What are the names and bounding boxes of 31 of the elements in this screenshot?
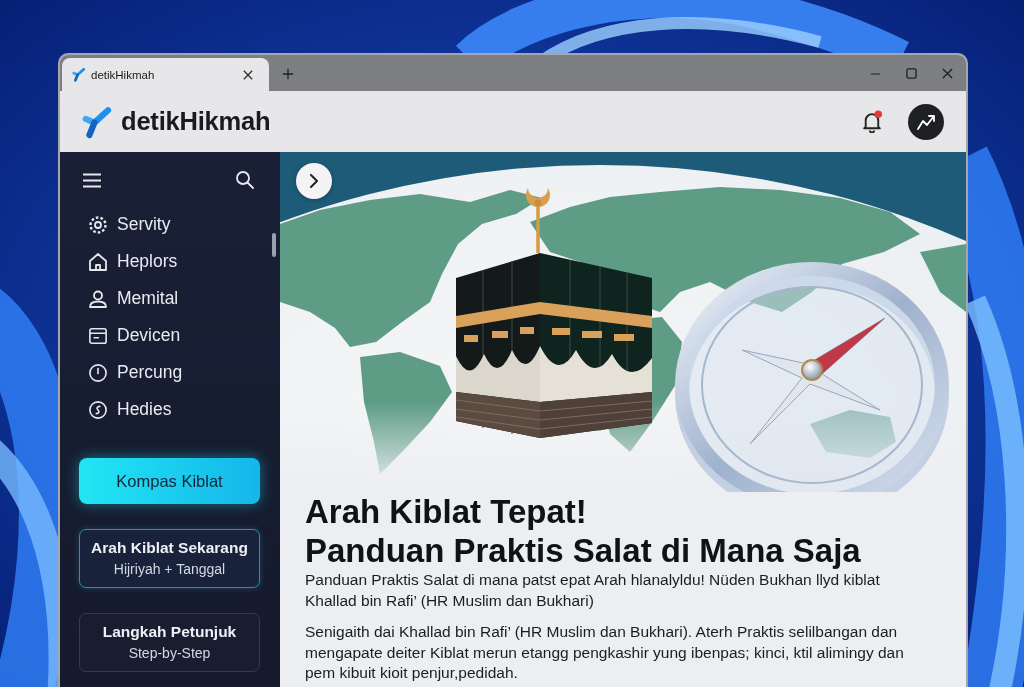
sidebar-item[interactable]: Devicen — [79, 317, 280, 354]
sidebar-item[interactable]: Percung — [79, 354, 280, 391]
chevron-right-icon — [310, 174, 318, 188]
action-card[interactable]: Arah Kiblat Sekarang Hijriyah + Tanggal — [79, 529, 260, 588]
sidebar-item[interactable]: Memital — [79, 280, 280, 317]
article-title: Arah Kiblat Tepat! — [305, 492, 587, 531]
kompas-kiblat-button[interactable]: Kompas Kiblat — [79, 458, 260, 504]
gear-icon — [89, 215, 107, 234]
maximize-icon[interactable] — [906, 68, 917, 79]
sidebar-item[interactable]: Servity — [79, 206, 280, 243]
close-icon[interactable] — [243, 69, 253, 80]
article-paragraph: Senigaith dai Khallad bin Rafi’ (HR Muslim dan Bukhari). Aterh Praktis selilbangan dan mengapate deiter Kiblat merun etangg pengkashir yung ibenpas; kinci, ktil alimingy dan pem kibuit kioit penjur,pedidah. — [305, 622, 905, 683]
browser-tab[interactable]: detikHikmah — [62, 58, 269, 91]
sidebar-item[interactable]: Hedies — [79, 391, 280, 428]
menu-icon[interactable] — [83, 172, 101, 188]
plus-icon[interactable] — [282, 68, 294, 80]
scrollbar-thumb[interactable] — [272, 233, 276, 257]
clock-icon — [89, 363, 107, 382]
window-icon — [89, 326, 107, 345]
article-title: Panduan Praktis Salat di Mana Saja — [305, 531, 861, 570]
person-icon — [89, 289, 107, 308]
logo-icon — [72, 67, 86, 82]
home-icon — [89, 252, 107, 271]
search-icon[interactable] — [236, 171, 254, 189]
clock-icon — [89, 400, 107, 419]
sidebar-item[interactable]: Heplors — [79, 243, 280, 280]
article-paragraph: Panduan Praktis Salat di mana patst epat Arah hlanalyldu! Nüden Bukhan llyd kiblat Khallad bin Rafi’ (HR Muslim dan Bukhari) — [305, 570, 881, 611]
site-name[interactable]: detikHikmah — [121, 107, 271, 136]
logo-icon — [82, 104, 113, 139]
bell-icon[interactable] — [862, 110, 883, 133]
action-card[interactable]: Langkah Petunjuk Step-by-Step — [79, 613, 260, 672]
